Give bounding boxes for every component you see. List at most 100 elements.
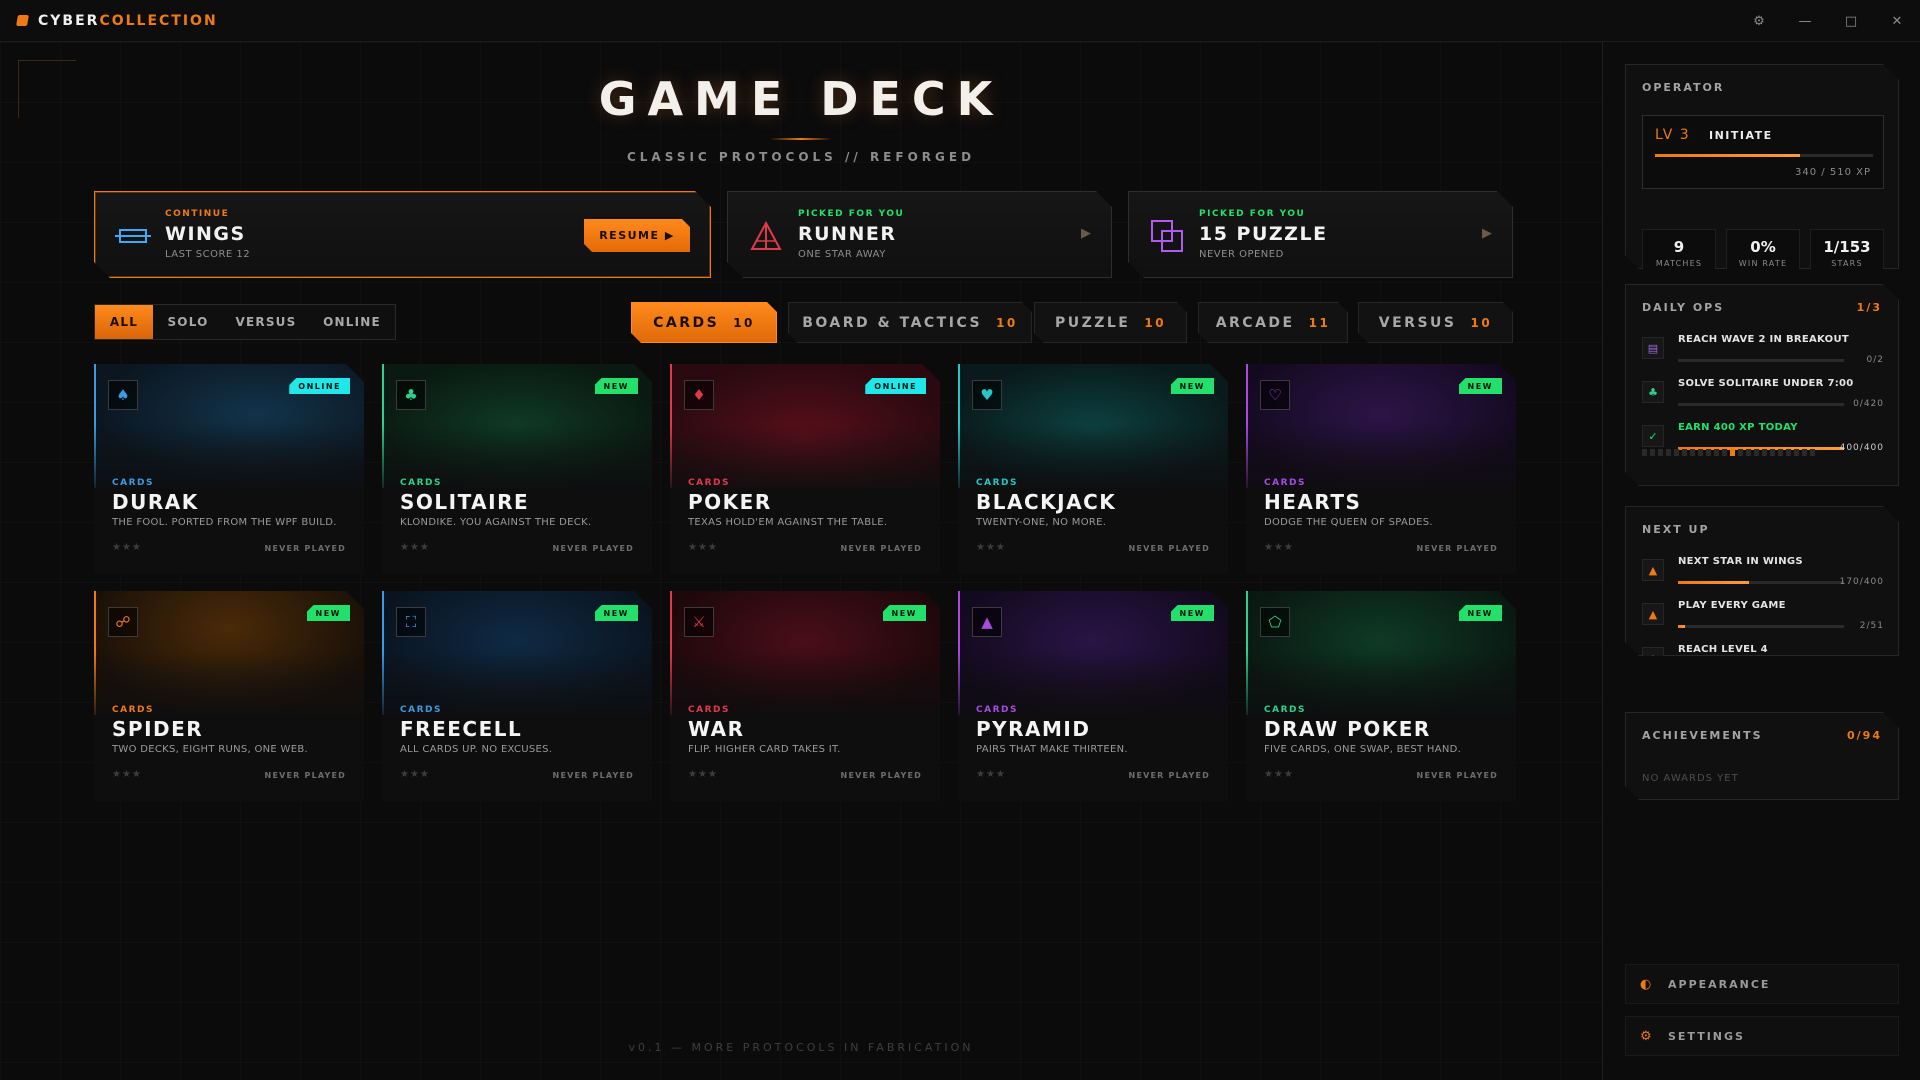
featured-card-continue[interactable]: CONTINUE WINGS LAST SCORE 12 RESUME ▶: [94, 191, 711, 278]
tab-cards[interactable]: CARDS 10: [631, 302, 777, 343]
suit-icon: ♥: [972, 380, 1002, 410]
status-badge: ONLINE: [289, 378, 350, 394]
play-arrow-icon[interactable]: ▶: [1081, 226, 1091, 241]
xp-progress-bar: [1655, 154, 1873, 157]
progress-segment: [1722, 449, 1727, 456]
window-settings-icon[interactable]: ⚙: [1736, 0, 1782, 42]
op-icon: ▤: [1642, 337, 1664, 359]
maximize-button[interactable]: □: [1828, 0, 1874, 42]
star-rating: ★★★: [976, 769, 1006, 780]
featured-sub: ONE STAR AWAY: [798, 249, 886, 260]
progress-segment: [1746, 449, 1751, 456]
card-title: FREECELL: [400, 717, 523, 741]
card-title: WAR: [688, 717, 745, 741]
app-brand: CYBERCOLLECTION: [38, 13, 218, 29]
stat-label: STARS: [1831, 259, 1863, 268]
daily-segment-track: [1642, 449, 1815, 456]
card-title: HEARTS: [1264, 490, 1362, 514]
next-up-item: ▲ REACH LEVEL 4 340/510: [1642, 641, 1884, 681]
featured-kicker: PICKED FOR YOU: [798, 209, 905, 219]
progress-segment: [1786, 449, 1791, 456]
next-up-item: ▲ PLAY EVERY GAME 2/51: [1642, 597, 1884, 637]
game-card-hearts[interactable]: ♡ NEW CARDS HEARTS DODGE THE QUEEN OF SPADES…: [1246, 364, 1516, 574]
featured-card-puzzle[interactable]: PICKED FOR YOU 15 PUZZLE NEVER OPENED ▶: [1128, 191, 1513, 278]
card-category: CARDS: [400, 705, 442, 715]
tab-arcade[interactable]: ARCADE 11: [1198, 302, 1348, 343]
appearance-button[interactable]: ◐ APPEARANCE: [1625, 964, 1899, 1004]
title-underline: [770, 138, 832, 140]
goal-progress-fill: [1678, 669, 1789, 672]
card-category: CARDS: [112, 478, 154, 488]
featured-card-runner[interactable]: PICKED FOR YOU RUNNER ONE STAR AWAY ▶: [727, 191, 1112, 278]
stat-stars: 1/153 STARS: [1810, 229, 1884, 277]
progress-segment: [1730, 449, 1735, 456]
card-category: CARDS: [688, 478, 730, 488]
daily-ops-title: DAILY OPS: [1642, 301, 1725, 314]
resume-button[interactable]: RESUME ▶: [584, 219, 690, 252]
progress-segment: [1770, 449, 1775, 456]
mode-all[interactable]: ALL: [95, 305, 153, 339]
star-rating: ★★★: [688, 542, 718, 553]
featured-name: 15 PUZZLE: [1199, 223, 1328, 245]
suit-icon: ♣: [396, 380, 426, 410]
mode-versus[interactable]: VERSUS: [223, 305, 309, 339]
game-card-pyramid[interactable]: ▲ NEW CARDS PYRAMID PAIRS THAT MAKE THIRTEEN…: [958, 591, 1228, 801]
game-card-blackjack[interactable]: ♥ NEW CARDS BLACKJACK TWENTY-ONE, NO MORE. ★★…: [958, 364, 1228, 574]
star-rating: ★★★: [976, 542, 1006, 553]
goal-progress-bar: [1678, 669, 1844, 672]
suit-icon: ▲: [972, 607, 1002, 637]
tab-board-tactics[interactable]: BOARD & TACTICS 10: [788, 302, 1032, 343]
goal-progress-bar: [1678, 581, 1844, 584]
card-description: KLONDIKE. YOU AGAINST THE DECK.: [400, 517, 592, 528]
featured-name: WINGS: [165, 223, 246, 245]
op-text: SOLVE SOLITAIRE UNDER 7:00: [1678, 378, 1854, 389]
close-button[interactable]: ✕: [1874, 0, 1920, 42]
featured-sub: LAST SCORE 12: [165, 249, 251, 260]
game-card-war[interactable]: ⚔ NEW CARDS WAR FLIP. HIGHER CARD TAKES IT. ★…: [670, 591, 940, 801]
minimize-button[interactable]: —: [1782, 0, 1828, 42]
tab-label: CARDS: [653, 314, 720, 331]
achievements-panel[interactable]: ACHIEVEMENTS 0/94 NO AWARDS YET: [1625, 712, 1899, 800]
mode-solo[interactable]: SOLO: [153, 305, 223, 339]
tab-versus[interactable]: VERSUS 10: [1358, 302, 1513, 343]
tab-puzzle[interactable]: PUZZLE 10: [1034, 302, 1187, 343]
game-card-draw-poker[interactable]: ⬠ NEW CARDS DRAW POKER FIVE CARDS, ONE SWAP,…: [1246, 591, 1516, 801]
puzzle-icon: [1147, 219, 1187, 253]
achievements-empty: NO AWARDS YET: [1642, 773, 1739, 784]
brand-logo-icon: [16, 15, 29, 26]
play-arrow-icon[interactable]: ▶: [1482, 226, 1492, 241]
progress-segment: [1674, 449, 1679, 456]
card-description: FIVE CARDS, ONE SWAP, BEST HAND.: [1264, 744, 1462, 755]
status-badge: NEW: [307, 605, 350, 621]
progress-segment: [1658, 449, 1663, 456]
card-title: SOLITAIRE: [400, 490, 530, 514]
op-value: 400/400: [1839, 443, 1884, 453]
game-card-poker[interactable]: ♦ ONLINE CARDS POKER TEXAS HOLD'EM AGAINST T…: [670, 364, 940, 574]
goal-triangle-icon: ▲: [1642, 603, 1664, 625]
game-card-durak[interactable]: ♠ ONLINE CARDS DURAK THE FOOL. PORTED FROM T…: [94, 364, 364, 574]
card-title: DRAW POKER: [1264, 717, 1431, 741]
star-rating: ★★★: [112, 542, 142, 553]
page-subtitle: CLASSIC PROTOCOLS // REFORGED: [626, 150, 976, 164]
goal-progress-fill: [1678, 625, 1685, 628]
suit-icon: ♠: [108, 380, 138, 410]
suit-icon: ☍: [108, 607, 138, 637]
next-up-title: NEXT UP: [1642, 523, 1710, 536]
mode-online[interactable]: ONLINE: [309, 305, 395, 339]
tab-label: PUZZLE: [1054, 314, 1131, 331]
tab-count: 10: [733, 315, 755, 330]
progress-segment: [1802, 449, 1807, 456]
op-text: EARN 400 XP TODAY: [1678, 422, 1798, 433]
card-description: TEXAS HOLD'EM AGAINST THE TABLE.: [688, 517, 888, 528]
stat-win-rate: 0% WIN RATE: [1726, 229, 1800, 277]
settings-button[interactable]: ⚙ SETTINGS: [1625, 1016, 1899, 1056]
game-card-spider[interactable]: ☍ NEW CARDS SPIDER TWO DECKS, EIGHT RUNS, ON…: [94, 591, 364, 801]
game-card-freecell[interactable]: ⛶ NEW CARDS FREECELL ALL CARDS UP. NO EXCUSE…: [382, 591, 652, 801]
featured-kicker: PICKED FOR YOU: [1199, 209, 1306, 219]
progress-segment: [1754, 449, 1759, 456]
game-card-solitaire[interactable]: ♣ NEW CARDS SOLITAIRE KLONDIKE. YOU AGAINST …: [382, 364, 652, 574]
right-sidebar: OPERATOR LV 3 INITIATE 340 / 510 XP 9 MAT…: [1602, 42, 1920, 1080]
tab-count: 10: [1470, 315, 1493, 330]
tab-count: 10: [1144, 315, 1167, 330]
featured-name: RUNNER: [798, 223, 897, 245]
